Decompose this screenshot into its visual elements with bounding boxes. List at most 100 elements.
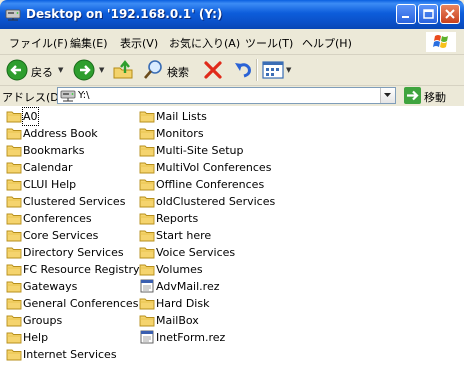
title-bar[interactable]: Desktop on '192.168.0.1' (Y:) <box>0 0 464 29</box>
item-name: FC Resource Registry <box>23 263 140 276</box>
item-name: Calendar <box>23 161 73 174</box>
item-name: Groups <box>23 314 63 327</box>
folder-icon <box>6 126 22 140</box>
views-icon[interactable] <box>262 60 284 80</box>
folder-icon <box>139 177 155 191</box>
folder-icon <box>139 160 155 174</box>
search-button-label[interactable]: 検索 <box>167 64 189 80</box>
folder-icon <box>6 143 22 157</box>
item-name: Volumes <box>156 263 203 276</box>
folder-icon <box>139 126 155 140</box>
item-name: Mail Lists <box>156 110 207 123</box>
menu-bar: ファイル(F) 編集(E) 表示(V) お気に入り(A) ツール(T) ヘルプ(… <box>0 29 464 55</box>
go-label[interactable]: 移動 <box>424 89 446 105</box>
folder-icon <box>6 245 22 259</box>
minimize-icon <box>402 16 409 18</box>
folder-icon <box>139 143 155 157</box>
go-button[interactable] <box>404 87 421 104</box>
item-name: Start here <box>156 229 212 242</box>
toolbar-separator <box>256 59 258 81</box>
folder-icon <box>139 296 155 310</box>
folder-icon <box>139 194 155 208</box>
network-drive-icon <box>60 90 76 102</box>
maximize-icon <box>423 9 434 19</box>
item-name: MailBox <box>156 314 199 327</box>
item-name: InetForm.rez <box>156 331 226 344</box>
file-list-pane: A0 Address Book Bookmarks Calendar CLUI Help… <box>0 106 464 365</box>
folder-icon <box>6 177 22 191</box>
item-name: Directory Services <box>23 246 124 259</box>
back-dropdown-icon[interactable]: ▼ <box>58 66 63 74</box>
item-name: Voice Services <box>156 246 236 259</box>
folder-icon <box>6 313 22 327</box>
forward-dropdown-icon[interactable]: ▼ <box>99 66 104 74</box>
item-name: Address Book <box>23 127 98 140</box>
folder-icon <box>6 109 22 123</box>
folder-icon <box>6 262 22 276</box>
folder-icon <box>6 330 22 344</box>
menu-tools[interactable]: ツール(T) <box>245 35 293 51</box>
document-icon <box>139 279 155 293</box>
address-value: Y:\ <box>78 90 90 101</box>
item-name: Gateways <box>23 280 78 293</box>
item-name: CLUI Help <box>23 178 77 191</box>
item-name: AdvMail.rez <box>156 280 220 293</box>
delete-icon[interactable] <box>202 59 224 81</box>
close-icon <box>445 9 455 19</box>
address-label: アドレス(D) <box>2 91 64 104</box>
folder-icon <box>6 194 22 208</box>
address-bar: アドレス(D) Y:\ 移動 <box>0 86 464 107</box>
back-arrow-icon[interactable] <box>6 59 28 81</box>
go-arrow-icon <box>407 90 419 101</box>
item-name: Multi-Site Setup <box>156 144 244 157</box>
folder-icon <box>139 262 155 276</box>
item-name: MultiVol Conferences <box>156 161 272 174</box>
item-name: Clustered Services <box>23 195 126 208</box>
search-icon[interactable] <box>142 59 164 81</box>
menu-edit[interactable]: 編集(E) <box>70 35 108 51</box>
item-name: General Conferences <box>23 297 139 310</box>
views-dropdown-icon[interactable]: ▼ <box>286 66 291 74</box>
window-title: Desktop on '192.168.0.1' (Y:) <box>26 7 223 21</box>
menu-file[interactable]: ファイル(F) <box>9 35 68 51</box>
maximize-button[interactable] <box>418 4 438 24</box>
address-input[interactable]: Y:\ <box>57 87 396 104</box>
item-name: Conferences <box>23 212 92 225</box>
item-name: Monitors <box>156 127 204 140</box>
folder-icon <box>6 347 22 361</box>
folder-icon <box>6 296 22 310</box>
chevron-down-icon <box>384 93 391 97</box>
address-dropdown-button[interactable] <box>380 88 395 103</box>
close-button[interactable] <box>440 4 460 24</box>
item-name: Offline Conferences <box>156 178 265 191</box>
item-name: Internet Services <box>23 348 117 361</box>
network-drive-icon <box>5 9 21 21</box>
folder-icon <box>6 279 22 293</box>
folder-icon <box>139 313 155 327</box>
document-icon <box>139 330 155 344</box>
item-name: Hard Disk <box>156 297 210 310</box>
folder-icon <box>6 160 22 174</box>
folder-icon <box>139 109 155 123</box>
item-name: Bookmarks <box>23 144 85 157</box>
folder-icon <box>139 245 155 259</box>
undo-icon[interactable] <box>232 59 254 81</box>
menu-view[interactable]: 表示(V) <box>120 35 158 51</box>
item-name: Core Services <box>23 229 99 242</box>
folder-icon <box>139 228 155 242</box>
up-folder-icon[interactable] <box>112 59 134 81</box>
forward-arrow-icon[interactable] <box>73 59 95 81</box>
folder-icon <box>139 211 155 225</box>
menu-favorites[interactable]: お気に入り(A) <box>169 35 240 51</box>
minimize-button[interactable] <box>396 4 416 24</box>
item-name: oldClustered Services <box>156 195 276 208</box>
folder-icon <box>6 228 22 242</box>
back-button-label[interactable]: 戻る <box>31 64 53 80</box>
item-name: Reports <box>156 212 199 225</box>
windows-logo-icon <box>426 32 456 52</box>
item-name: A0 <box>22 107 39 126</box>
toolbar: 戻る ▼ ▼ 検索 ▼ <box>0 55 464 86</box>
menu-help[interactable]: ヘルプ(H) <box>302 35 352 51</box>
item-name: Help <box>23 331 49 344</box>
folder-icon <box>6 211 22 225</box>
